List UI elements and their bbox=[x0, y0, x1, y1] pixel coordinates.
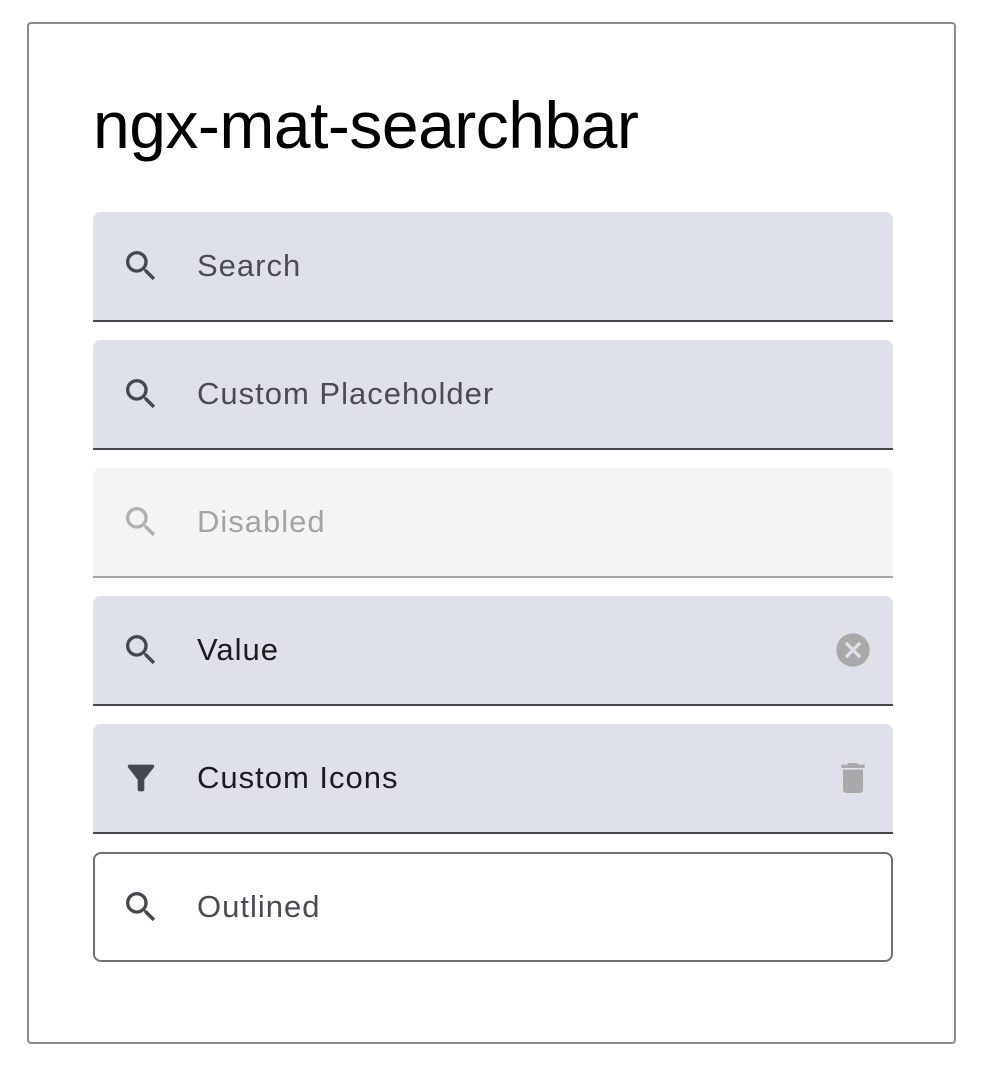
searchbar-outlined[interactable]: Outlined bbox=[93, 852, 893, 962]
search-input[interactable]: Search bbox=[197, 248, 301, 284]
search-icon bbox=[121, 630, 161, 670]
trash-icon[interactable] bbox=[833, 758, 873, 798]
search-input-disabled: Disabled bbox=[197, 504, 326, 539]
search-input[interactable]: Custom Placeholder bbox=[197, 376, 494, 412]
searchbar-custom-placeholder[interactable]: Custom Placeholder bbox=[93, 340, 893, 450]
search-icon bbox=[121, 502, 161, 542]
search-icon bbox=[121, 887, 161, 927]
search-input[interactable]: Custom Icons bbox=[197, 760, 399, 796]
searchbar-with-value[interactable]: Value bbox=[93, 596, 893, 706]
search-icon bbox=[121, 374, 161, 414]
demo-card: ngx-mat-searchbar Search Custom Placehol… bbox=[27, 22, 956, 1044]
search-icon bbox=[121, 246, 161, 286]
page-title: ngx-mat-searchbar bbox=[93, 88, 639, 162]
searchbar-disabled: Disabled bbox=[93, 468, 893, 578]
filter-icon bbox=[121, 758, 161, 798]
search-input[interactable]: Value bbox=[197, 632, 279, 668]
clear-circle-icon[interactable] bbox=[833, 630, 873, 670]
search-input[interactable]: Outlined bbox=[197, 889, 320, 925]
searchbar-default[interactable]: Search bbox=[93, 212, 893, 322]
searchbar-custom-icons[interactable]: Custom Icons bbox=[93, 724, 893, 834]
